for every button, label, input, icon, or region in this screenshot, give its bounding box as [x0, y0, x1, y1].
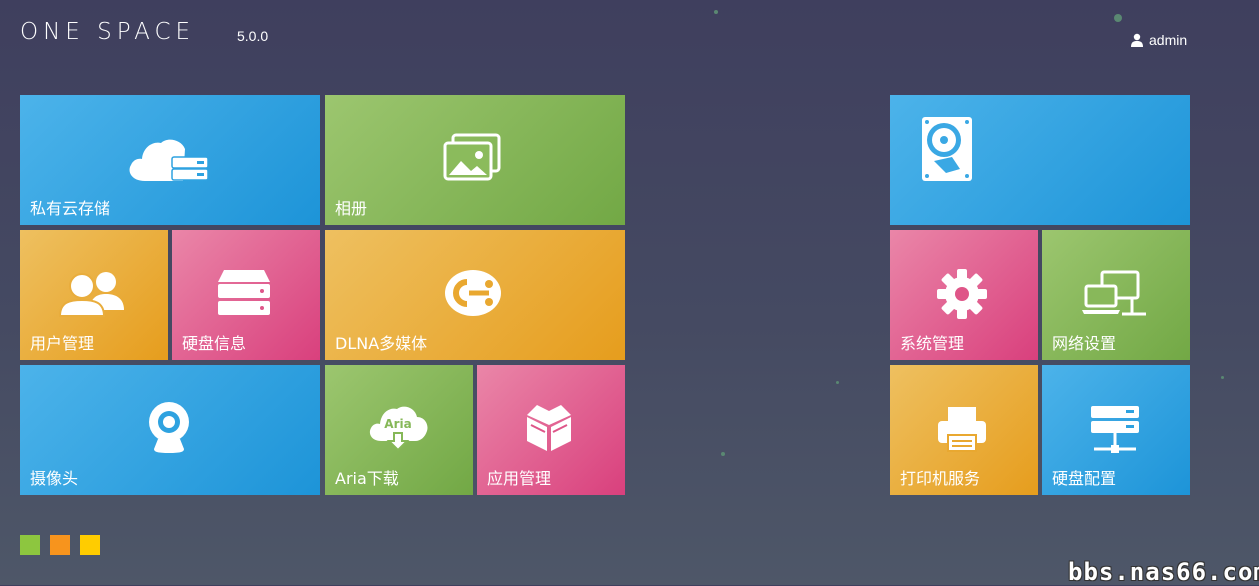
webcam-icon	[149, 402, 189, 453]
background-dot	[1221, 376, 1224, 379]
tile-disk-info[interactable]: 硬盘信息	[172, 230, 320, 360]
dlna-icon	[445, 270, 501, 316]
tile-label: 硬盘配置	[1052, 469, 1117, 488]
tile-disk-overview[interactable]	[890, 95, 1190, 225]
username: admin	[1149, 32, 1188, 48]
background-dot	[836, 381, 839, 384]
network-devices-icon	[1082, 270, 1146, 316]
tile-printer-service[interactable]: 打印机服务	[890, 365, 1038, 495]
theme-swatch-yellow[interactable]	[80, 535, 100, 555]
tile-label: Aria下载	[335, 469, 399, 488]
photo-album-icon	[443, 133, 501, 181]
theme-swatch-green[interactable]	[20, 535, 40, 555]
cloud-storage-icon	[129, 139, 209, 181]
hard-disk-icon	[922, 117, 972, 181]
tile-label: 系统管理	[900, 334, 965, 353]
tile-aria-download[interactable]: Aria Aria下载	[325, 365, 473, 495]
tile-label: 网络设置	[1052, 334, 1117, 353]
tile-label: 相册	[335, 199, 368, 218]
background-dot	[1114, 14, 1122, 22]
tile-user-management[interactable]: 用户管理	[20, 230, 168, 360]
tile-app-management[interactable]: 应用管理	[477, 365, 625, 495]
app-version: 5.0.0	[237, 28, 269, 44]
users-icon	[58, 272, 124, 317]
background-dot	[714, 10, 718, 14]
tile-label: 私有云存储	[30, 199, 111, 218]
tile-label: DLNA多媒体	[335, 334, 428, 353]
tile-system-management[interactable]: 系统管理	[890, 230, 1038, 360]
tile-album[interactable]: 相册	[325, 95, 625, 225]
tile-label: 打印机服务	[900, 469, 981, 488]
app-logo: ONE SPACE	[20, 19, 196, 45]
package-box-icon	[527, 405, 571, 451]
server-rack-icon	[1091, 406, 1139, 453]
printer-icon	[938, 407, 986, 452]
aria-icon-text: Aria	[384, 417, 412, 431]
theme-swatch-orange[interactable]	[50, 535, 70, 555]
user-icon	[1131, 33, 1143, 47]
aria-cloud-icon: Aria	[367, 403, 429, 453]
background-dot	[721, 452, 725, 456]
tile-label: 硬盘信息	[182, 334, 247, 353]
gear-icon	[937, 269, 987, 319]
tile-label: 摄像头	[30, 469, 79, 488]
tile-private-cloud[interactable]: 私有云存储	[20, 95, 320, 225]
user-menu[interactable]: admin	[1130, 32, 1187, 48]
tile-camera[interactable]: 摄像头	[20, 365, 320, 495]
disk-stack-icon	[218, 270, 270, 315]
tile-disk-config[interactable]: 硬盘配置	[1042, 365, 1190, 495]
tile-dlna-media[interactable]: DLNA多媒体	[325, 230, 625, 360]
tile-label: 用户管理	[30, 334, 95, 353]
watermark: bbs.nas66.com	[1068, 558, 1259, 586]
tile-network-settings[interactable]: 网络设置	[1042, 230, 1190, 360]
tile-label: 应用管理	[487, 469, 552, 488]
